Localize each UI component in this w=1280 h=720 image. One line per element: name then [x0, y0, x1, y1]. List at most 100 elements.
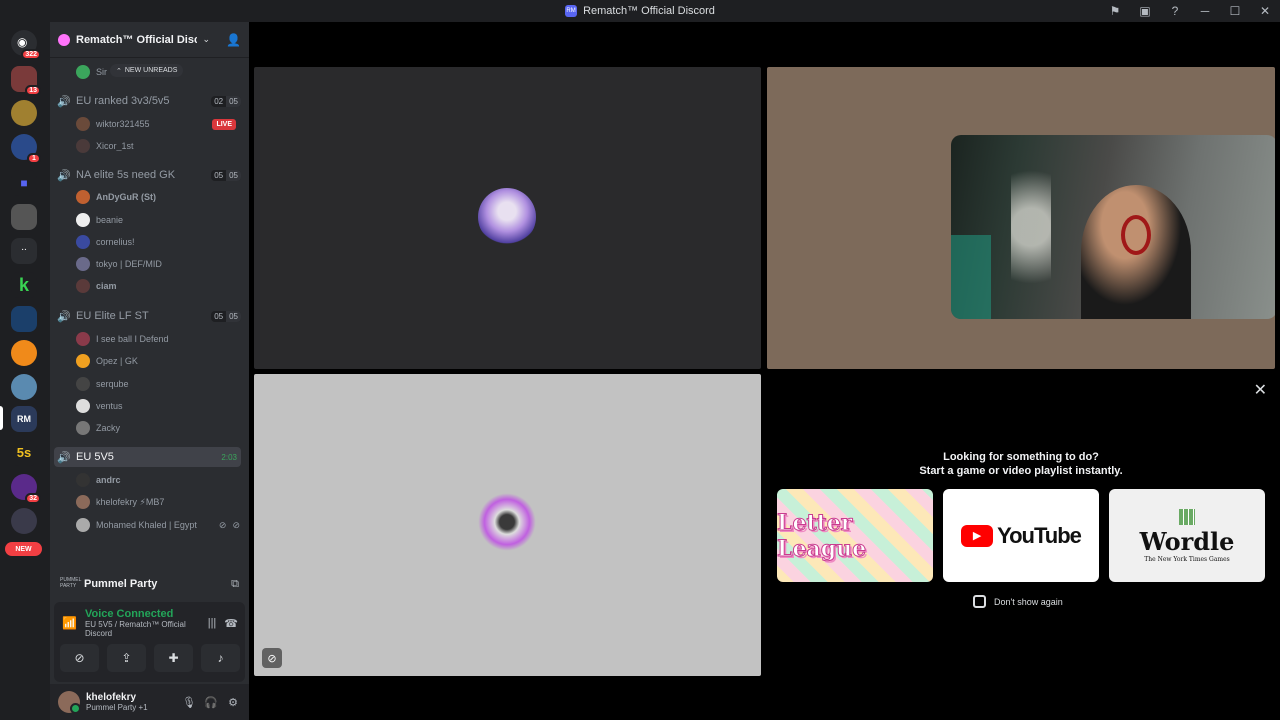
chevron-down-icon: ⌄ [202, 34, 211, 44]
voice-status[interactable]: Voice Connected [85, 608, 200, 620]
server-icon-6[interactable]: .. [11, 238, 37, 264]
avatar [76, 354, 90, 368]
voice-member[interactable]: ventus [76, 396, 240, 416]
microphone-icon[interactable]: 🎙 [181, 696, 197, 709]
voice-member[interactable]: wiktor321455 LIVE [76, 114, 240, 134]
letter-league-card[interactable]: Letter League [777, 489, 933, 582]
home-button[interactable]: ◉ 322 [11, 30, 41, 60]
activity-bar[interactable]: PUMMEL PARTY Pummel Party ⧉ [54, 570, 245, 598]
member-name: Mohamed Khaled | Egypt [96, 520, 197, 530]
speaker-icon: 🔊 [57, 95, 71, 108]
voice-member[interactable]: Opez | GK [76, 351, 240, 371]
maximize-button[interactable]: ☐ [1220, 0, 1250, 22]
voice-member[interactable]: andrc [76, 470, 240, 490]
participant-tile[interactable]: ⊘ [254, 374, 761, 676]
channel-name: EU Elite LF ST [76, 310, 149, 322]
user-info[interactable]: khelofekry Pummel Party +1 [86, 692, 175, 712]
server-icon-9[interactable] [11, 340, 37, 366]
server-icon-13[interactable]: 32 [11, 474, 41, 504]
help-icon[interactable]: ? [1160, 0, 1190, 22]
speaker-icon: 🔊 [57, 310, 71, 323]
soundboard-icon: ♪ [217, 651, 224, 665]
server-icon-7[interactable]: k [11, 272, 37, 298]
selected-server-pill [0, 406, 3, 430]
activities-icon: ✚ [168, 651, 179, 665]
disconnect-icon[interactable]: ☎ [224, 617, 238, 630]
voice-member[interactable]: cornelius! [76, 232, 240, 252]
voice-member[interactable]: beanie [76, 210, 240, 230]
limit: 05 [226, 95, 241, 107]
voice-channel-eu-ranked[interactable]: 🔊 EU ranked 3v3/5v5 02 05 [54, 91, 241, 111]
server-icon-14[interactable] [11, 508, 37, 534]
avatar[interactable] [58, 691, 81, 714]
server-icon-rematch[interactable]: RM [11, 406, 37, 432]
share-screen-button[interactable]: ⇪ [107, 644, 146, 672]
signal-icon[interactable]: 📶 [62, 616, 77, 630]
avatar [76, 65, 90, 79]
member-name: khelofekry ⚡MB7 [96, 496, 165, 507]
voice-member[interactable]: serqube [76, 374, 240, 394]
chevron-up-icon: ⌃ [116, 67, 122, 75]
avatar [76, 421, 90, 435]
voice-channel-eu-5v5[interactable]: 🔊 EU 5V5 2:03 [54, 447, 241, 467]
voice-channel-path[interactable]: EU 5V5 / Rematch™ Official Discord [85, 620, 200, 638]
voice-member[interactable]: khelofekry ⚡MB7 [76, 492, 240, 512]
activity-name: Pummel Party [84, 578, 158, 590]
voice-channel-na-elite[interactable]: 🔊 NA elite 5s need GK 05 05 [54, 165, 241, 185]
dont-show-again-checkbox[interactable] [973, 595, 986, 608]
wordle-card[interactable]: Wordle The New York Times Games [1109, 489, 1265, 582]
server-icon-3[interactable]: 1 [11, 134, 41, 164]
server-icon-1[interactable]: 13 [11, 66, 41, 96]
youtube-card[interactable]: ▶ YouTube [943, 489, 1099, 582]
member-name: beanie [96, 215, 124, 225]
user-count: 02 05 [211, 95, 241, 107]
voice-member[interactable]: ciam [76, 276, 240, 296]
voice-member[interactable]: tokyo | DEF/MID [76, 254, 240, 274]
voice-member[interactable]: AnDyGuR (St) [76, 187, 240, 207]
member-name: tokyo | DEF/MID [96, 259, 162, 269]
voice-member[interactable]: I see ball I Defend [76, 329, 240, 349]
server-icon-2[interactable] [11, 100, 37, 126]
inbox-icon[interactable]: ⚑ [1100, 0, 1130, 22]
camera-off-button[interactable]: ⊘ [60, 644, 99, 672]
minimize-button[interactable]: ─ [1190, 0, 1220, 22]
server-badge: 32 [25, 493, 41, 504]
close-icon[interactable]: ✕ [1254, 380, 1267, 400]
participant-tile-webcam[interactable] [767, 67, 1275, 369]
folder-icon[interactable]: ■ [11, 170, 37, 196]
screen-icon[interactable]: ▣ [1130, 0, 1160, 22]
server-header[interactable]: Rematch™ Official Disco... ⌄ 👤 [50, 22, 249, 58]
live-badge: LIVE [212, 118, 236, 130]
webcam-video [951, 135, 1275, 319]
voice-connection-panel: 📶 Voice Connected EU 5V5 / Rematch™ Offi… [54, 602, 245, 682]
member-name: serqube [96, 379, 129, 389]
soundboard-button[interactable]: ♪ [201, 644, 240, 672]
wordle-grid-icon [1179, 508, 1195, 525]
screen-share-icon: ⇪ [121, 651, 132, 665]
server-icon-12[interactable]: 5s [11, 440, 37, 466]
member-name: ventus [96, 401, 123, 411]
member-name: AnDyGuR (St) [96, 192, 156, 202]
invite-people-icon[interactable]: 👤 [226, 33, 241, 47]
noise-suppression-icon[interactable]: ||| [208, 617, 217, 629]
headphones-icon[interactable]: 🎧 [203, 696, 219, 709]
voice-member[interactable]: Zacky [76, 418, 240, 438]
new-unreads-button[interactable]: ⌃ NEW UNREADS [110, 64, 184, 77]
voice-channel-eu-elite[interactable]: 🔊 EU Elite LF ST 05 05 [54, 306, 241, 326]
dont-show-again-option[interactable]: Don't show again [973, 595, 1063, 608]
server-icon-8[interactable] [11, 306, 37, 332]
channel-name: EU 5V5 [76, 451, 114, 463]
activities-button[interactable]: ✚ [154, 644, 193, 672]
server-icon-10[interactable] [11, 374, 37, 400]
activity-popout-icon[interactable]: ⧉ [231, 578, 239, 591]
close-window-button[interactable]: ✕ [1250, 0, 1280, 22]
server-icon-5[interactable] [11, 204, 37, 230]
voice-member[interactable]: Mohamed Khaled | Egypt ⊘ ⊘ [76, 515, 240, 535]
member-name: wiktor321455 [96, 119, 150, 129]
participant-tile[interactable] [254, 67, 761, 369]
new-unread-servers-pill[interactable]: NEW [5, 542, 42, 556]
activities-prompt-line1: Looking for something to do? [943, 451, 1099, 463]
gear-icon[interactable]: ⚙ [225, 696, 241, 709]
avatar [76, 257, 90, 271]
voice-member[interactable]: Xicor_1st [76, 136, 240, 156]
